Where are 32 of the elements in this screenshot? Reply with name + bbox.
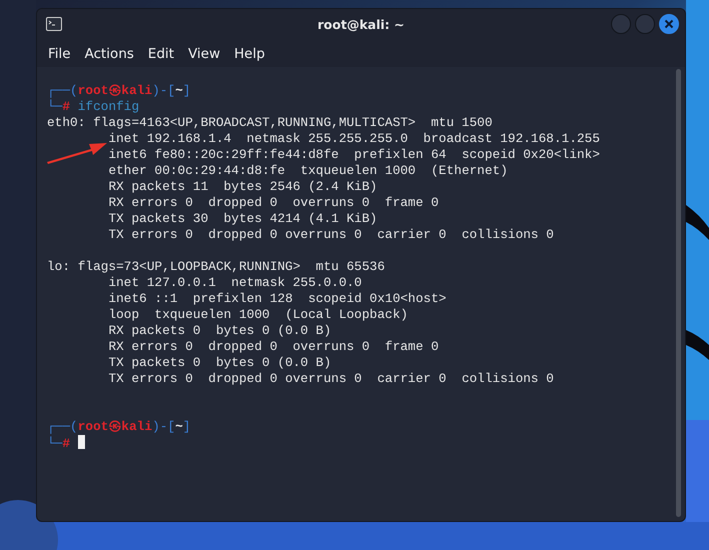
- output-line: lo: flags=73<UP,LOOPBACK,RUNNING> mtu 65536: [47, 259, 385, 274]
- command-line: └─# ifconfig: [47, 99, 140, 115]
- arrow-annotation: [47, 140, 107, 164]
- output-line: ether 00:0c:29:44:d8:fe txqueuelen 1000 (Ethernet): [108, 163, 508, 178]
- output-line: RX packets 0 bytes 0 (0.0 B): [108, 323, 332, 338]
- close-icon: [664, 19, 674, 29]
- output-line: TX errors 0 dropped 0 overruns 0 carrier 0 collisions 0: [108, 371, 554, 386]
- output-line: loop txqueuelen 1000 (Local Loopback): [108, 307, 408, 322]
- output-line: RX errors 0 dropped 0 overruns 0 frame 0: [108, 195, 439, 210]
- menu-item[interactable]: Help: [227, 44, 272, 64]
- output-line: inet 192.168.1.4 netmask 255.255.255.0 broadcast 192.168.1.255: [108, 131, 600, 146]
- output-line: eth0: flags=4163<UP,BROADCAST,RUNNING,MULTICAST> mtu 1500: [47, 115, 492, 130]
- output-line: inet 127.0.0.1 netmask 255.0.0.0: [108, 275, 362, 290]
- menu-item[interactable]: Edit: [140, 44, 182, 64]
- output-line: TX errors 0 dropped 0 overruns 0 carrier 0 collisions 0: [108, 227, 554, 242]
- output-line: TX packets 0 bytes 0 (0.0 B): [108, 355, 332, 370]
- menu-item[interactable]: View: [181, 44, 228, 64]
- output-line: RX errors 0 dropped 0 overruns 0 frame 0: [108, 339, 439, 354]
- terminal-icon: [46, 17, 62, 31]
- output-line: TX packets 30 bytes 4214 (4.1 KiB): [108, 211, 378, 226]
- output-line: inet6 ::1 prefixlen 128 scopeid 0x10<host>: [108, 291, 446, 306]
- menu-item[interactable]: File: [41, 44, 78, 64]
- minimize-button[interactable]: [611, 14, 631, 34]
- window-title: root@kali: ~: [318, 16, 404, 32]
- close-button[interactable]: [659, 14, 679, 34]
- output-line: inet6 fe80::20c:29ff:fe44:d8fe prefixlen 64 scopeid 0x20<link>: [108, 147, 600, 162]
- prompt-line: ┌──(root㉿kali)-[~]: [47, 419, 191, 435]
- prompt-line: ┌──(root㉿kali)-[~]: [47, 83, 191, 99]
- menu-item[interactable]: Actions: [78, 44, 141, 64]
- command-line: └─#: [47, 435, 86, 451]
- output-line: RX packets 11 bytes 2546 (2.4 KiB): [108, 179, 378, 194]
- scrollbar[interactable]: [676, 69, 681, 517]
